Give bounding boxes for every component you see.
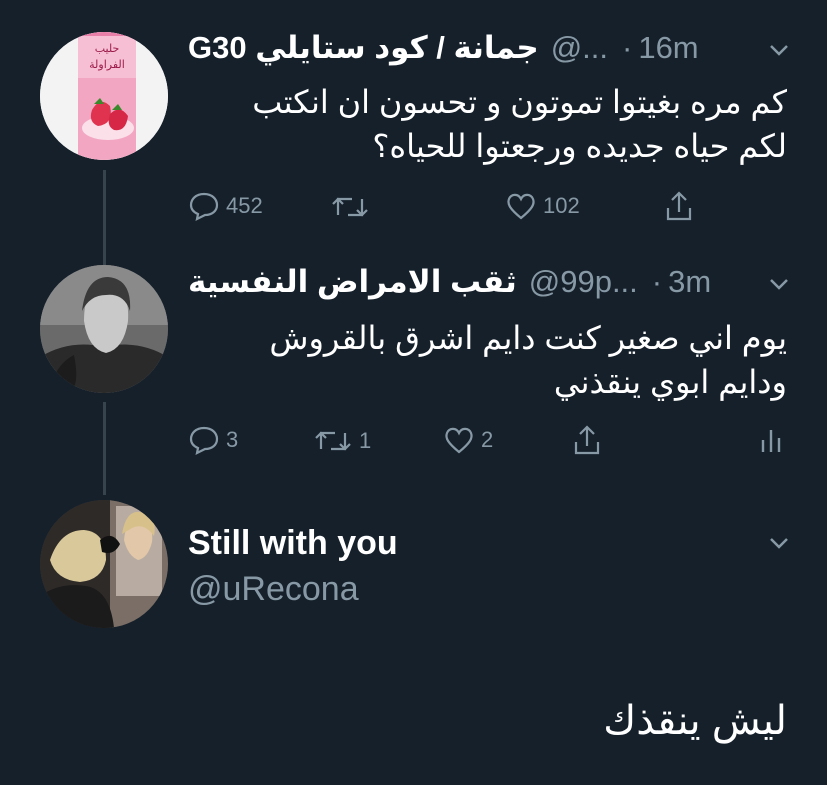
retweet-count: 1: [359, 428, 372, 453]
heart-icon: [445, 427, 473, 454]
handle[interactable]: @uRecona: [188, 570, 359, 609]
tweet-header: ثقب الامراض النفسية @99p... · 3m: [188, 264, 711, 300]
share-icon: [574, 425, 600, 455]
tweet-text: كم مره بغيتوا تموتون و تحسون ان انكتب لك…: [252, 80, 787, 168]
retweet-button[interactable]: [330, 193, 376, 221]
analytics-button[interactable]: [760, 426, 782, 454]
carton-label-bottom: الفراولة: [89, 58, 125, 71]
reply-count: 3: [226, 427, 239, 452]
tweet-line: كم مره بغيتوا تموتون و تحسون ان انكتب: [252, 84, 787, 120]
avatar[interactable]: حليب الفراولة: [40, 32, 168, 160]
analytics-icon: [761, 430, 781, 452]
timestamp[interactable]: 16m: [638, 30, 698, 66]
tweet-line: يوم اني صغير كنت دايم اشرق بالقروش: [269, 320, 787, 356]
share-button[interactable]: [664, 190, 694, 222]
like-button[interactable]: 2: [443, 425, 493, 455]
like-button[interactable]: 102: [505, 191, 580, 221]
heart-icon: [507, 193, 535, 220]
display-name[interactable]: جمانة / كود ستايلي G30: [188, 30, 539, 66]
like-count: 102: [543, 193, 580, 218]
retweet-button[interactable]: 1: [313, 427, 371, 455]
chevron-down-icon[interactable]: [764, 274, 794, 294]
avatar[interactable]: [40, 500, 168, 628]
retweet-icon: [315, 431, 351, 451]
reply-icon: [189, 192, 219, 221]
share-icon: [666, 191, 692, 221]
carton-label-top: حليب: [95, 42, 120, 55]
reply-button[interactable]: 3: [188, 425, 238, 455]
thread-line: [103, 402, 106, 495]
tweet-line: ودايم ابوي ينقذني: [553, 364, 787, 400]
tweet-text: يوم اني صغير كنت دايم اشرق بالقروش ودايم…: [269, 316, 787, 404]
tweet-header: جمانة / كود ستايلي G30 @... · 16m: [188, 30, 699, 66]
avatar[interactable]: [40, 265, 168, 393]
reply-icon: [189, 426, 219, 455]
thread-line: [103, 170, 106, 265]
reply-button[interactable]: 452: [188, 191, 263, 221]
display-name[interactable]: ثقب الامراض النفسية: [188, 264, 517, 300]
share-button[interactable]: [572, 424, 602, 456]
separator-dot: ·: [651, 264, 663, 299]
person-photo: [40, 265, 168, 393]
display-name[interactable]: Still with you: [188, 524, 398, 563]
reply-count: 452: [226, 193, 263, 218]
tweet-line: لكم حياه جديده ورجعتوا للحياه؟: [372, 128, 787, 164]
retweet-icon: [332, 197, 368, 217]
strawberry-milk-image: حليب الفراولة: [40, 32, 168, 160]
handle[interactable]: @99p...: [529, 264, 638, 300]
like-count: 2: [481, 427, 494, 452]
timestamp[interactable]: 3m: [668, 264, 711, 300]
chevron-down-icon[interactable]: [764, 533, 794, 553]
handle[interactable]: @...: [551, 30, 608, 66]
person-photo: [40, 500, 168, 628]
tweet-text: ليش ينقذك: [603, 699, 787, 743]
chevron-down-icon[interactable]: [764, 40, 794, 60]
separator-dot: ·: [622, 30, 633, 65]
